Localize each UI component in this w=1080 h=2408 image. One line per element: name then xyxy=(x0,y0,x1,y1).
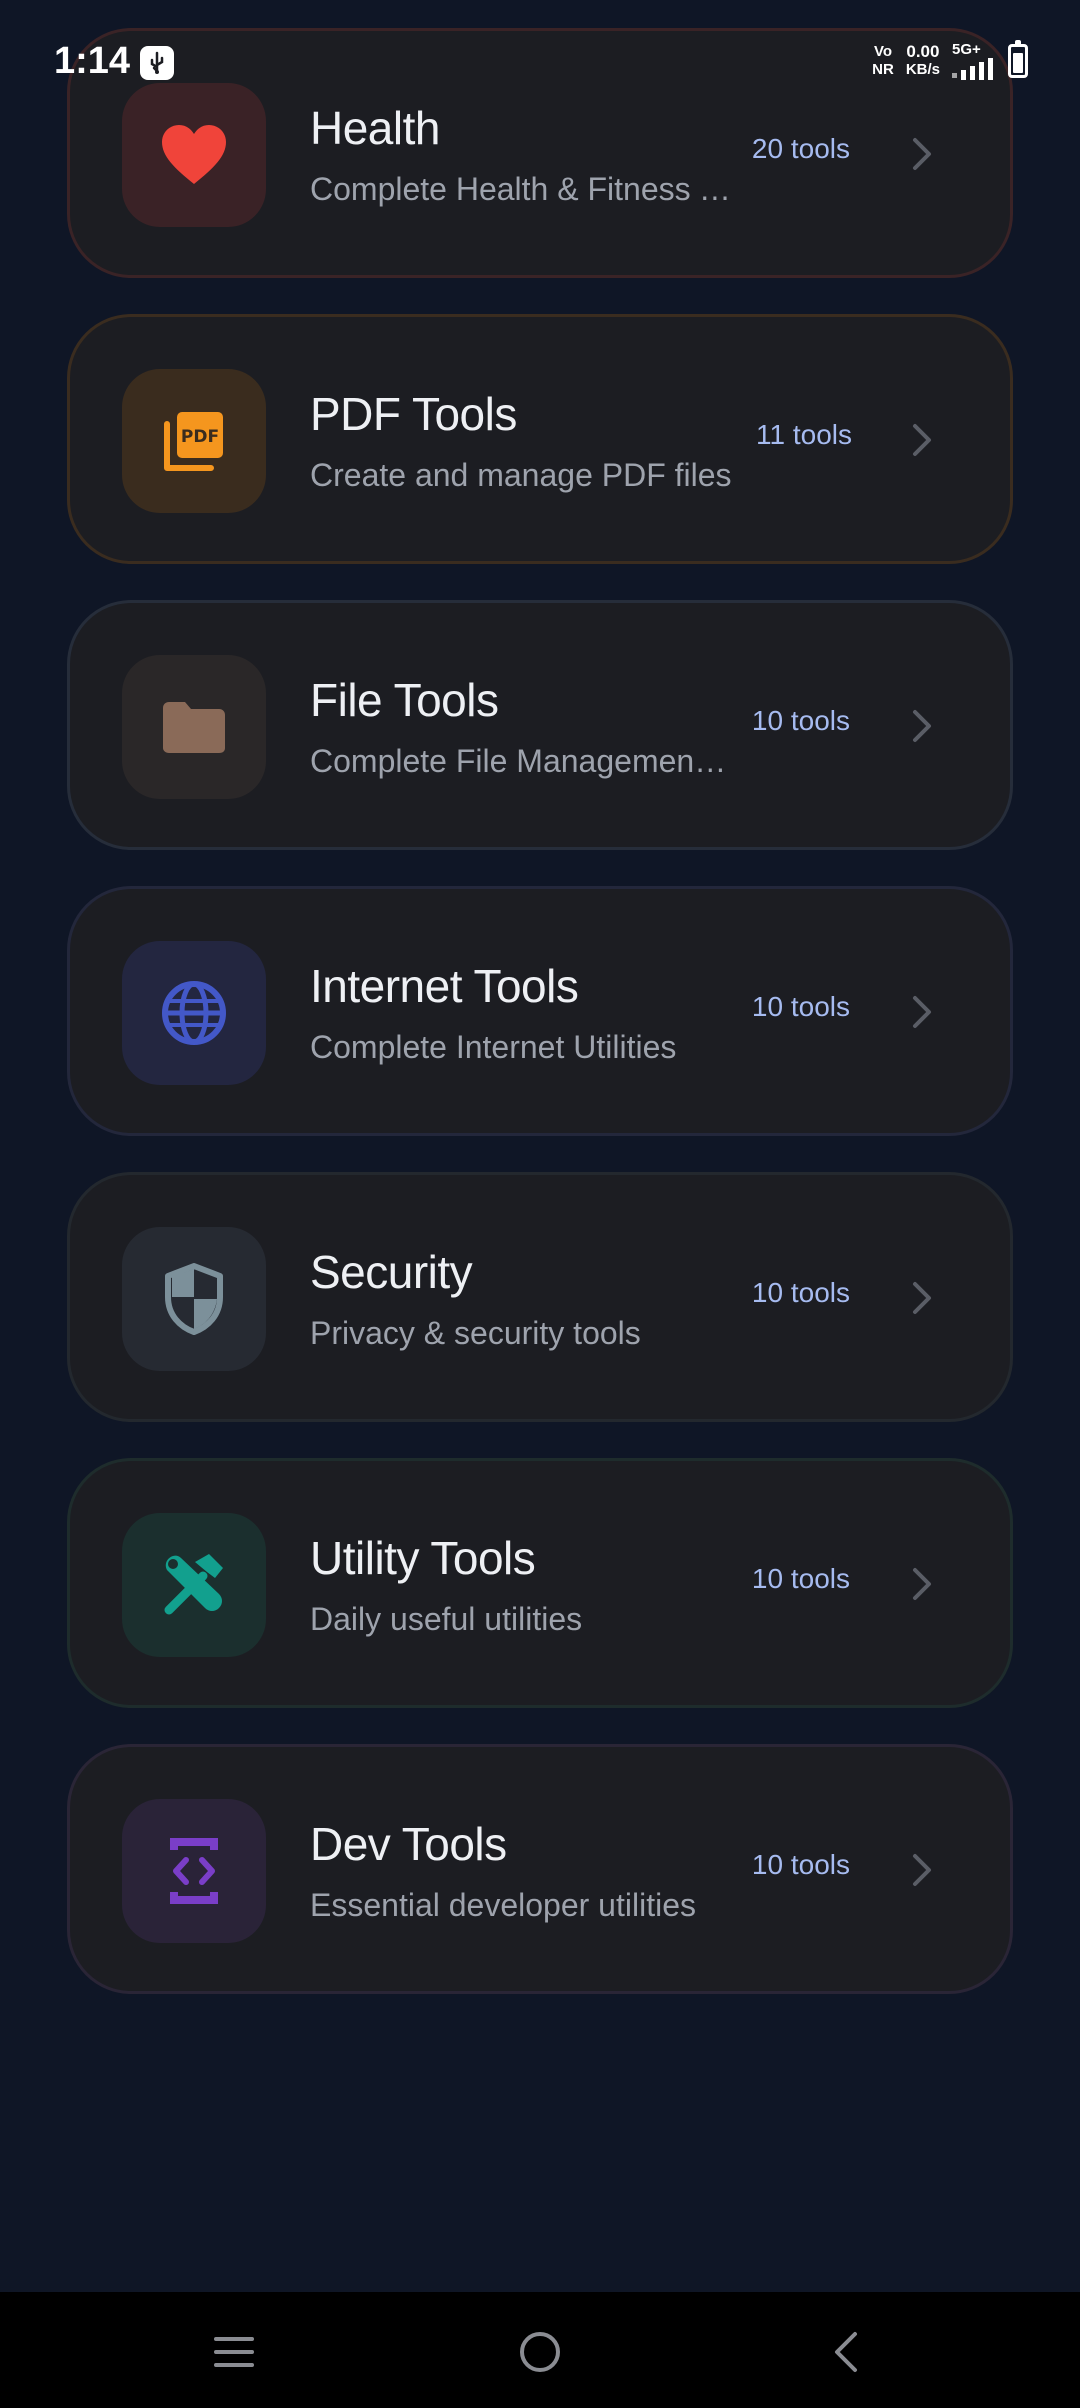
category-title: Internet Tools xyxy=(310,960,579,1012)
dev-tile xyxy=(122,1799,266,1943)
chevron-right-icon xyxy=(902,129,942,179)
code-icon xyxy=(170,1838,218,1904)
category-subtitle: Privacy & security tools xyxy=(310,1315,641,1351)
usb-icon xyxy=(140,46,174,80)
security-tile xyxy=(122,1227,266,1371)
category-subtitle: Complete Health & Fitness Tools xyxy=(310,171,734,207)
network-speed: 0.00 KB/s xyxy=(906,43,940,79)
tool-count: 10 tools xyxy=(751,1277,850,1308)
volte-bottom: NR xyxy=(872,61,894,78)
network-type: 5G+ xyxy=(952,41,981,58)
globe-icon xyxy=(162,981,226,1045)
tool-count: 11 tools xyxy=(756,419,852,450)
recent-apps-button[interactable] xyxy=(204,2322,264,2382)
category-subtitle: Complete Internet Utilities xyxy=(310,1029,677,1065)
battery-icon xyxy=(1008,40,1028,78)
category-card-security[interactable]: Security Privacy & security tools 10 too… xyxy=(67,1172,1013,1422)
internet-tile xyxy=(122,941,266,1085)
battery-fill xyxy=(1013,53,1023,73)
tool-count: 10 tools xyxy=(751,1563,850,1594)
category-card-internet[interactable]: Internet Tools Complete Internet Utiliti… xyxy=(67,886,1013,1136)
status-icons: Vo NR 0.00 KB/s 5G+ xyxy=(872,40,1028,80)
tools-icon xyxy=(164,1554,223,1615)
status-bar: 1:14 Vo NR 0.00 KB/s 5G+ xyxy=(0,0,1080,120)
chevron-right-icon xyxy=(902,1559,942,1609)
home-circle-icon xyxy=(520,2332,560,2372)
chevron-right-icon xyxy=(902,1845,942,1895)
pdf-tile: PDF xyxy=(122,369,266,513)
navigation-bar xyxy=(0,2292,1080,2408)
utility-tile xyxy=(122,1513,266,1657)
category-subtitle: Daily useful utilities xyxy=(310,1601,583,1637)
speed-value: 0.00 xyxy=(906,42,940,61)
chevron-right-icon xyxy=(902,701,942,751)
signal-indicator: 5G+ xyxy=(952,42,996,80)
category-subtitle: Complete File Management Tools xyxy=(310,743,734,779)
category-card-pdf[interactable]: PDF PDF Tools Create and manage PDF file… xyxy=(67,314,1013,564)
menu-icon xyxy=(214,2337,254,2367)
category-title: File Tools xyxy=(310,674,499,726)
category-card-dev[interactable]: Dev Tools Essential developer utilities … xyxy=(67,1744,1013,1994)
folder-icon xyxy=(163,702,225,753)
shield-icon xyxy=(165,1263,223,1335)
home-button[interactable] xyxy=(510,2322,570,2382)
category-title: PDF Tools xyxy=(310,388,517,440)
tool-count: 10 tools xyxy=(751,991,850,1022)
heart-icon xyxy=(162,125,226,184)
category-title: Security xyxy=(310,1246,473,1298)
chevron-right-icon xyxy=(902,987,942,1037)
back-button[interactable] xyxy=(816,2322,876,2382)
volte-top: Vo xyxy=(873,43,892,60)
tool-count: 10 tools xyxy=(751,1849,850,1880)
category-title: Utility Tools xyxy=(310,1532,536,1584)
signal-bars-icon xyxy=(952,58,993,80)
volte-indicator: Vo NR xyxy=(872,43,894,79)
category-card-utility[interactable]: Utility Tools Daily useful utilities 10 … xyxy=(67,1458,1013,1708)
pdf-icon-text: PDF xyxy=(181,427,219,447)
category-subtitle: Essential developer utilities xyxy=(310,1887,696,1923)
file-tile xyxy=(122,655,266,799)
tool-count: 10 tools xyxy=(751,705,850,736)
pdf-icon: PDF xyxy=(164,412,223,471)
category-list: Health Complete Health & Fitness Tools 2… xyxy=(67,28,1013,2030)
back-chevron-icon xyxy=(835,2332,857,2372)
speed-unit: KB/s xyxy=(905,61,940,78)
category-card-file[interactable]: File Tools Complete File Management Tool… xyxy=(67,600,1013,850)
tool-count: 20 tools xyxy=(751,133,850,164)
category-title: Dev Tools xyxy=(310,1818,507,1870)
chevron-right-icon xyxy=(902,1273,942,1323)
chevron-right-icon xyxy=(902,415,942,465)
category-subtitle: Create and manage PDF files xyxy=(310,457,732,493)
status-time: 1:14 xyxy=(54,40,131,82)
